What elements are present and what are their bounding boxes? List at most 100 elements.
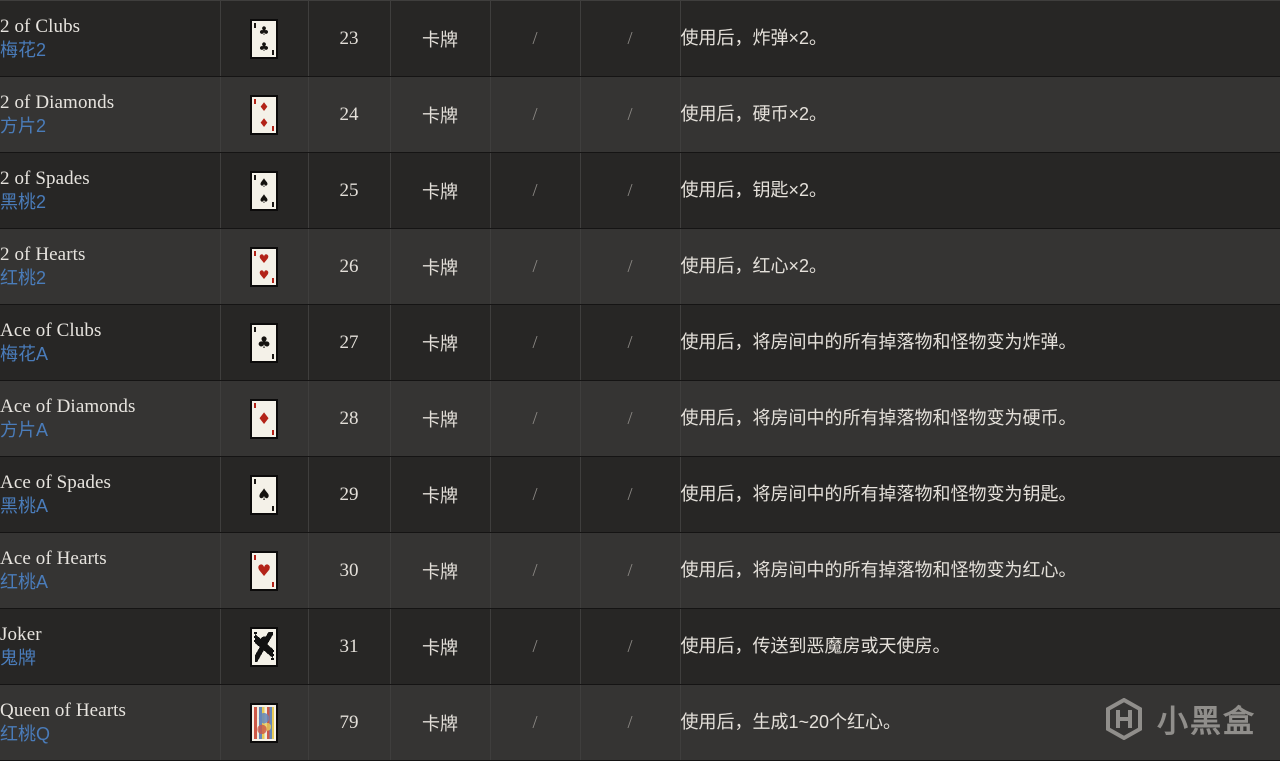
- cell-item-name: Ace of Hearts 红桃A: [0, 532, 221, 609]
- cell-item-description: 使用后，生成1~20个红心。: [680, 684, 1280, 761]
- table-row[interactable]: 2 of Diamonds 方片2 ♦ ♦ 24 卡牌 / / 使用后，硬币×2。: [0, 76, 1280, 153]
- cell-item-pool: /: [580, 228, 681, 305]
- queen-of-hearts-card-icon: [250, 702, 278, 743]
- item-description-text: 使用后，传送到恶魔房或天使房。: [680, 635, 951, 656]
- joker-card-icon: [250, 626, 278, 667]
- cell-item-pool: /: [580, 152, 681, 229]
- table-row[interactable]: Ace of Clubs 梅花A ♣ 27 卡牌 / / 使用后，将房间中的所有掉落物和怪物变…: [0, 304, 1280, 381]
- cell-item-pool-text: /: [627, 180, 633, 200]
- cell-item-quality-text: /: [532, 636, 538, 656]
- cell-item-type: 卡牌: [390, 152, 491, 229]
- cell-item-quality: /: [490, 380, 581, 457]
- cell-item-id-text: 31: [339, 635, 359, 657]
- cell-item-image: ♦ ♦: [220, 76, 309, 153]
- item-name-zh-link[interactable]: 方片A: [0, 420, 220, 442]
- cell-item-quality: /: [490, 228, 581, 305]
- cell-item-type-text: 卡牌: [422, 181, 458, 202]
- item-name-zh-link[interactable]: 方片2: [0, 116, 220, 138]
- cell-item-name: Ace of Diamonds 方片A: [0, 380, 221, 457]
- cell-item-pool-text: /: [627, 408, 633, 428]
- item-description-text: 使用后，将房间中的所有掉落物和怪物变为炸弹。: [680, 331, 1077, 352]
- cell-item-quality-text: /: [532, 332, 538, 352]
- item-name-en: Ace of Diamonds: [0, 395, 136, 417]
- item-description-text: 使用后，钥匙×2。: [680, 179, 828, 200]
- cell-item-name: Joker 鬼牌: [0, 608, 221, 685]
- item-name-en: Ace of Hearts: [0, 547, 107, 569]
- item-description-text: 使用后，将房间中的所有掉落物和怪物变为钥匙。: [680, 483, 1077, 504]
- cell-item-quality: /: [490, 608, 581, 685]
- item-name-en: Ace of Spades: [0, 471, 112, 493]
- cell-item-id-text: 79: [339, 711, 359, 733]
- cell-item-quality-text: /: [532, 256, 538, 276]
- item-name-en: 2 of Diamonds: [0, 91, 115, 113]
- table-row[interactable]: 2 of Hearts 红桃2 ♥ ♥ 26 卡牌 / / 使用后，红心×2。: [0, 228, 1280, 305]
- table-row[interactable]: 2 of Clubs 梅花2 ♣ ♣ 23 卡牌 / / 使用后，炸弹×2。: [0, 0, 1280, 77]
- item-name-zh-link[interactable]: 梅花2: [0, 40, 220, 62]
- cell-item-image: ♣ ♣: [220, 0, 309, 77]
- two-of-clubs-card-icon: ♣ ♣: [250, 18, 278, 59]
- cell-item-pool: /: [580, 304, 681, 381]
- cell-item-pool: /: [580, 0, 681, 77]
- cell-item-type: 卡牌: [390, 380, 491, 457]
- table-row[interactable]: Ace of Diamonds 方片A ♦ 28 卡牌 / / 使用后，将房间中的所有掉落物和…: [0, 380, 1280, 457]
- cell-item-pool-text: /: [627, 256, 633, 276]
- cell-item-quality-text: /: [532, 180, 538, 200]
- cell-item-quality: /: [490, 532, 581, 609]
- item-name-en: Joker: [0, 623, 42, 645]
- item-name-zh-link[interactable]: 黑桃A: [0, 496, 220, 518]
- cell-item-id: 27: [308, 304, 391, 381]
- cell-item-id: 29: [308, 456, 391, 533]
- table-row[interactable]: Ace of Spades 黑桃A ♠ 29 卡牌 / / 使用后，将房间中的所有掉落物和怪物…: [0, 456, 1280, 533]
- table-row[interactable]: 2 of Spades 黑桃2 ♠ ♠ 25 卡牌 / / 使用后，钥匙×2。: [0, 152, 1280, 229]
- item-description-text: 使用后，硬币×2。: [680, 103, 828, 124]
- cell-item-quality-text: /: [532, 712, 538, 732]
- cell-item-name: 2 of Clubs 梅花2: [0, 0, 221, 77]
- item-name-zh-link[interactable]: 梅花A: [0, 344, 220, 366]
- table-row[interactable]: Queen of Hearts 红桃Q 79 卡牌 / / 使用后，生成1~20个红心。: [0, 684, 1280, 761]
- item-name-zh-link[interactable]: 鬼牌: [0, 648, 220, 670]
- cell-item-quality: /: [490, 0, 581, 77]
- table-row[interactable]: Ace of Hearts 红桃A ♥ 30 卡牌 / / 使用后，将房间中的所有掉落物和怪物…: [0, 532, 1280, 609]
- cell-item-id: 30: [308, 532, 391, 609]
- cell-item-image: ♥ ♥: [220, 228, 309, 305]
- cell-item-quality-text: /: [532, 484, 538, 504]
- item-name-zh-link[interactable]: 黑桃2: [0, 192, 220, 214]
- cell-item-type-text: 卡牌: [422, 105, 458, 126]
- table-row[interactable]: Joker 鬼牌 31 卡牌 / / 使用后，传送到恶魔房或天使房。: [0, 608, 1280, 685]
- ace-of-spades-card-icon: ♠: [250, 474, 278, 515]
- two-of-diamonds-card-icon: ♦ ♦: [250, 94, 278, 135]
- cell-item-description: 使用后，钥匙×2。: [680, 152, 1280, 229]
- cell-item-type-text: 卡牌: [422, 29, 458, 50]
- cell-item-pool: /: [580, 456, 681, 533]
- cell-item-id-text: 29: [339, 483, 359, 505]
- cell-item-pool-text: /: [627, 332, 633, 352]
- cell-item-type: 卡牌: [390, 0, 491, 77]
- cell-item-description: 使用后，将房间中的所有掉落物和怪物变为红心。: [680, 532, 1280, 609]
- cell-item-type-text: 卡牌: [422, 637, 458, 658]
- cell-item-image: ♠: [220, 456, 309, 533]
- cell-item-pool-text: /: [627, 712, 633, 732]
- cell-item-pool-text: /: [627, 104, 633, 124]
- cell-item-name: Ace of Clubs 梅花A: [0, 304, 221, 381]
- item-name-en: Queen of Hearts: [0, 699, 127, 721]
- cell-item-name: Ace of Spades 黑桃A: [0, 456, 221, 533]
- cell-item-quality: /: [490, 684, 581, 761]
- cell-item-id: 31: [308, 608, 391, 685]
- item-description-text: 使用后，生成1~20个红心。: [680, 711, 902, 732]
- cell-item-pool: /: [580, 532, 681, 609]
- cell-item-image: ♥: [220, 532, 309, 609]
- two-of-hearts-card-icon: ♥ ♥: [250, 246, 278, 287]
- cell-item-type: 卡牌: [390, 684, 491, 761]
- two-of-spades-card-icon: ♠ ♠: [250, 170, 278, 211]
- cell-item-name: 2 of Spades 黑桃2: [0, 152, 221, 229]
- item-name-zh-link[interactable]: 红桃2: [0, 268, 220, 290]
- cell-item-type-text: 卡牌: [422, 333, 458, 354]
- cell-item-type-text: 卡牌: [422, 409, 458, 430]
- cell-item-quality: /: [490, 456, 581, 533]
- cell-item-quality: /: [490, 152, 581, 229]
- cell-item-type-text: 卡牌: [422, 257, 458, 278]
- item-name-zh-link[interactable]: 红桃Q: [0, 724, 220, 746]
- item-name-zh-link[interactable]: 红桃A: [0, 572, 220, 594]
- ace-of-hearts-card-icon: ♥: [250, 550, 278, 591]
- cell-item-quality: /: [490, 76, 581, 153]
